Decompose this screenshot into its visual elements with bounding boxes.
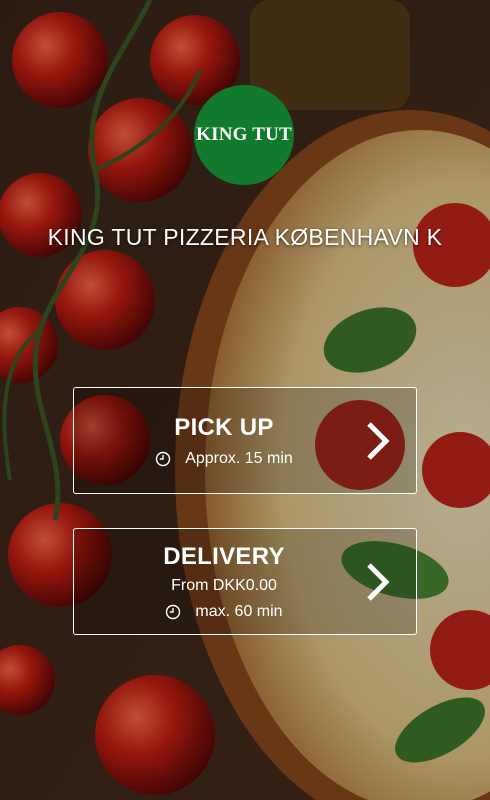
restaurant-name: KING TUT PIZZERIA KØBENHAVN K xyxy=(47,224,443,250)
pickup-content: PICK UP Approx. 15 min xyxy=(74,388,374,493)
delivery-title: DELIVERY xyxy=(163,542,285,570)
delivery-time-row: max. 60 min xyxy=(165,602,283,621)
logo-text: KING TUT xyxy=(196,124,292,145)
pickup-title: PICK UP xyxy=(174,413,274,441)
pickup-time: Approx. 15 min xyxy=(185,449,293,467)
chevron-right-icon xyxy=(367,562,390,601)
pickup-time-row: Approx. 15 min xyxy=(155,450,293,468)
delivery-min-order: From DKK0.00 xyxy=(171,576,277,594)
delivery-button[interactable]: DELIVERY From DKK0.00 max. 60 min xyxy=(73,528,417,635)
delivery-content: DELIVERY From DKK0.00 max. 60 min xyxy=(74,529,374,634)
delivery-time: max. 60 min xyxy=(195,602,283,620)
restaurant-logo: KING TUT xyxy=(194,85,294,185)
chevron-right-icon xyxy=(367,421,390,460)
pickup-button[interactable]: PICK UP Approx. 15 min xyxy=(73,387,417,494)
clock-icon xyxy=(155,451,171,466)
clock-icon xyxy=(166,604,181,619)
